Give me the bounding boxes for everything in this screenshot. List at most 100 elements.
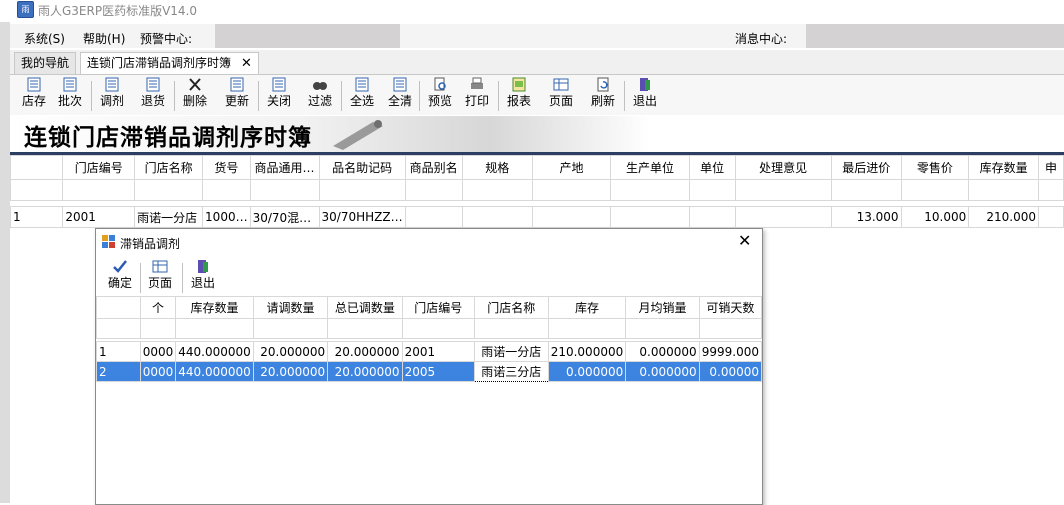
column-header[interactable]: 申 (1038, 155, 1064, 180)
cell-alias[interactable] (404, 206, 463, 228)
filter-row[interactable] (96, 318, 763, 339)
report-button[interactable]: 报表 (507, 77, 531, 109)
left-edge-bar (0, 22, 10, 503)
cell-stock[interactable]: 0.000000 (547, 361, 627, 382)
cell-partial[interactable]: 0000 (139, 361, 177, 382)
cell-extra[interactable] (1038, 206, 1064, 228)
column-header[interactable]: 品名助记码 (318, 155, 406, 180)
delete-button[interactable]: 删除 (183, 77, 207, 109)
column-header[interactable]: 库存 (547, 296, 627, 319)
tab-my-navigation[interactable]: 我的导航 (14, 52, 77, 74)
table-row[interactable]: 1 2001 雨诺一分店 1000… 30/70混… 30/70HHZZ… 13… (9, 206, 1064, 228)
return-button[interactable]: 退货 (141, 77, 165, 109)
column-header[interactable]: 处理意见 (734, 155, 832, 180)
exit-button[interactable]: 退出 (633, 77, 657, 109)
column-header[interactable]: 可销天数 (698, 296, 763, 319)
select-all-button[interactable]: 全选 (350, 77, 374, 109)
cell-monthly-sales[interactable]: 0.000000 (625, 341, 700, 362)
cell-rownum[interactable]: 1 (96, 341, 141, 362)
cell-opinion[interactable] (734, 206, 832, 228)
cell-spec[interactable] (461, 206, 533, 228)
cell-unit[interactable] (688, 206, 736, 228)
column-header[interactable]: 总已调数量 (327, 296, 403, 319)
close-icon[interactable]: ✕ (738, 231, 751, 250)
toolbar-separator (419, 81, 420, 111)
cell-mnemonic[interactable]: 30/70HHZZ… (318, 206, 406, 228)
column-header[interactable]: 货号 (202, 155, 251, 180)
cell-store-code[interactable]: 2001 (401, 341, 475, 362)
main-grid: 门店编号 门店名称 货号 商品通用… 品名助记码 商品别名 规格 产地 生产单位… (9, 155, 1064, 228)
column-header[interactable]: 商品别名 (404, 155, 463, 180)
cell-generic-name[interactable]: 30/70混… (249, 206, 320, 228)
cell-total-adjusted[interactable]: 20.000000 (327, 361, 403, 382)
dialog-page-button[interactable]: 页面 (148, 259, 172, 291)
column-header[interactable]: 门店名称 (134, 155, 204, 180)
tab-row: 我的导航 连锁门店滞销品调剂序时簿 ✕ (10, 50, 1064, 75)
cell-store-code[interactable]: 2005 (401, 361, 475, 382)
dialog-exit-button[interactable]: 退出 (191, 259, 215, 291)
column-header[interactable]: 规格 (461, 155, 533, 180)
cell-item-no[interactable]: 1000… (202, 206, 251, 228)
table-row-selected[interactable]: 2 0000 440.000000 20.000000 20.000000 20… (96, 361, 763, 382)
cell-store-name[interactable]: 雨诺一分店 (473, 341, 549, 362)
cell-manufacturer[interactable] (610, 206, 690, 228)
update-button[interactable]: 更新 (225, 77, 249, 109)
column-header[interactable]: 门店编号 (62, 155, 136, 180)
column-header[interactable]: 库存数量 (175, 296, 254, 319)
menu-alert-center[interactable]: 预警中心: (140, 30, 192, 47)
column-header[interactable]: 月均销量 (625, 296, 700, 319)
cell-origin[interactable] (531, 206, 612, 228)
cell-store-code[interactable]: 2001 (62, 206, 136, 228)
cell-sellable-days[interactable]: 0.00000 (698, 361, 763, 382)
cell-stock[interactable]: 210.000000 (547, 341, 627, 362)
column-header[interactable]: 最后进价 (830, 155, 902, 180)
preview-button[interactable]: 预览 (428, 77, 452, 109)
adjust-icon (105, 77, 119, 92)
batch-button[interactable]: 批次 (58, 77, 82, 109)
cell-total-adjusted[interactable]: 20.000000 (327, 341, 403, 362)
column-header[interactable]: 库存数量 (968, 155, 1040, 180)
cell-retail-price[interactable]: 10.000 (900, 206, 970, 228)
menu-bar: 系统(S) 帮助(H) 预警中心: 消息中心: (10, 24, 1064, 48)
cell-store-name[interactable]: 雨诺一分店 (134, 206, 204, 228)
refresh-button[interactable]: 刷新 (591, 77, 615, 109)
page-button[interactable]: 页面 (549, 77, 573, 109)
tab-stale-goods-register[interactable]: 连锁门店滞销品调剂序时簿 ✕ (80, 52, 259, 74)
cell-request-qty[interactable]: 20.000000 (252, 361, 329, 382)
cell-stock-qty[interactable]: 210.000 (968, 206, 1040, 228)
column-header[interactable]: 零售价 (900, 155, 970, 180)
column-header[interactable]: 生产单位 (610, 155, 690, 180)
menu-help[interactable]: 帮助(H) (83, 30, 125, 47)
cell-partial[interactable]: 0000 (139, 341, 177, 362)
cell-stock-qty[interactable]: 440.000000 (175, 341, 254, 362)
cell-sellable-days[interactable]: 9999.000 (698, 341, 763, 362)
column-header[interactable]: 门店编号 (401, 296, 475, 319)
column-header[interactable]: 产地 (531, 155, 612, 180)
store-stock-button[interactable]: 店存 (22, 77, 46, 109)
column-header[interactable]: 单位 (688, 155, 736, 180)
filter-button[interactable]: 过滤 (308, 77, 332, 109)
menu-system[interactable]: 系统(S) (24, 30, 65, 47)
cell-rownum[interactable]: 2 (96, 361, 141, 382)
cell-monthly-sales[interactable]: 0.000000 (625, 361, 700, 382)
print-button[interactable]: 打印 (465, 77, 489, 109)
cell-stock-qty[interactable]: 440.000000 (175, 361, 254, 382)
tab-close-icon[interactable]: ✕ (241, 56, 252, 71)
filter-row[interactable] (9, 179, 1064, 201)
column-header[interactable]: 门店名称 (473, 296, 549, 319)
column-header[interactable]: 请调数量 (252, 296, 329, 319)
cell-store-name-focused[interactable]: 雨诺三分店 (473, 361, 549, 382)
page-label: 页面 (549, 94, 574, 108)
close-button[interactable]: 关闭 (267, 77, 291, 109)
cell-rownum[interactable]: 1 (9, 206, 64, 228)
stale-goods-dialog: 滞销品调剂 ✕ 确定 页面 退出 个 库存数量 请调数量 总已调数量 门店编号 门店… (95, 228, 763, 505)
column-header[interactable]: 个 (139, 296, 177, 319)
menu-message-center[interactable]: 消息中心: (735, 30, 787, 47)
adjust-button[interactable]: 调剂 (100, 77, 124, 109)
cell-request-qty[interactable]: 20.000000 (252, 341, 329, 362)
table-row[interactable]: 1 0000 440.000000 20.000000 20.000000 20… (96, 341, 763, 362)
column-header[interactable]: 商品通用… (249, 155, 320, 180)
dialog-confirm-button[interactable]: 确定 (108, 259, 132, 291)
cell-last-price[interactable]: 13.000 (830, 206, 902, 228)
clear-all-button[interactable]: 全清 (388, 77, 412, 109)
